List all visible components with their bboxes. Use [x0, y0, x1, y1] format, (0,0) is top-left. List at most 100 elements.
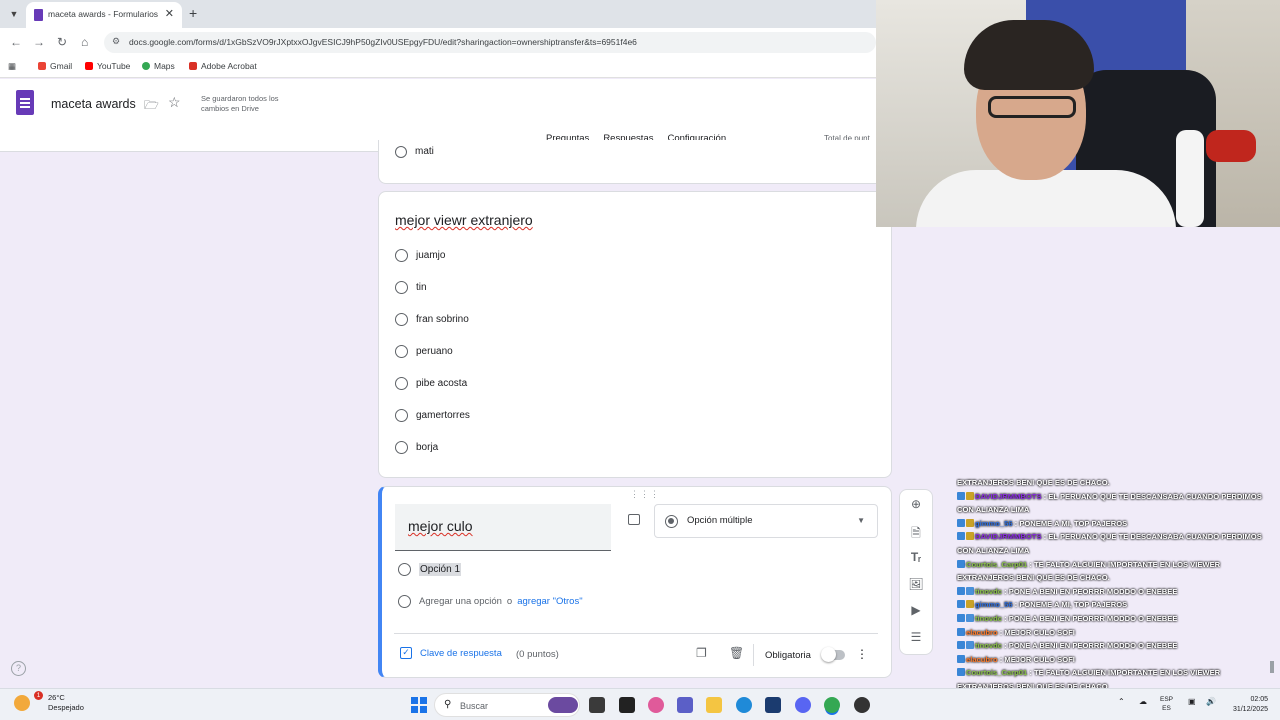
weather-desc: Despejado [48, 703, 84, 712]
file-explorer-icon[interactable] [706, 697, 722, 713]
question-type-label: Opción múltiple [687, 515, 753, 526]
question-title-input[interactable]: mejor culo [395, 504, 611, 551]
video-icon[interactable]: ▶ [900, 603, 932, 617]
option-label: peruano [416, 345, 453, 357]
option-input[interactable]: Opción 1 [419, 563, 462, 576]
language-indicator[interactable]: ESP ES [1160, 695, 1173, 713]
copilot-icon[interactable] [548, 697, 578, 713]
discord-icon[interactable] [795, 697, 811, 713]
question-title: mejor viewr extranjero [395, 212, 533, 228]
volume-icon[interactable]: 🔊 [1206, 697, 1216, 706]
forms-favicon-icon [34, 9, 43, 21]
more-vert-icon[interactable]: ⋮ [856, 647, 868, 661]
bookmark-youtube[interactable]: YouTube [85, 61, 130, 71]
weather-sun-icon [14, 695, 30, 711]
delete-icon[interactable]: 🗑 [729, 646, 744, 660]
stream-chat: EXTRANJEROS BENI QUE ES DE CHACO. DAVIDJR… [956, 476, 1274, 702]
tab-search-icon[interactable]: ▼ [6, 6, 22, 22]
chrome-icon[interactable] [824, 697, 840, 713]
capcut-icon[interactable] [619, 697, 635, 713]
option-label: mati [415, 146, 434, 157]
forms-logo-icon[interactable] [16, 90, 34, 115]
radio-icon [395, 280, 408, 294]
reload-icon[interactable]: ↻ [57, 35, 67, 49]
option-item[interactable]: Opción 1 [398, 563, 462, 576]
bookmark-gmail[interactable]: Gmail [38, 61, 72, 71]
back-icon[interactable]: ← [10, 35, 22, 49]
option-label: pibe acosta [416, 377, 468, 389]
obs-icon[interactable] [854, 697, 870, 713]
site-info-icon[interactable]: ⚙ [112, 36, 120, 47]
add-image-icon[interactable] [628, 514, 640, 525]
option-item: tin [395, 280, 427, 294]
question-card-active[interactable]: ⋮⋮⋮ mejor culo Opción múltiple ▼ Opción … [378, 486, 892, 678]
question-card-viewer[interactable]: mejor viewr extranjero juamjo tin fran s… [378, 191, 892, 478]
question-type-select[interactable]: Opción múltiple ▼ [654, 504, 878, 538]
chat-message: gimmo_56 : PONEME A MI, TOP PAJEROS [956, 598, 1274, 612]
required-toggle[interactable] [821, 647, 845, 662]
chat-username: DAVIDJRMMBOTS [975, 491, 1042, 501]
task-view-icon[interactable] [589, 697, 605, 713]
forward-icon[interactable]: → [33, 35, 45, 49]
form-title[interactable]: maceta awards [51, 97, 136, 111]
weather-widget[interactable]: 1 26°C Despejado [14, 691, 84, 713]
apps-grid-icon[interactable]: ▦ [8, 61, 16, 72]
taskbar: 1 26°C Despejado ⚲ Buscar ⌃ ☁ ESP ES ▣ 🔊… [0, 688, 1280, 720]
edge-icon[interactable] [736, 697, 752, 713]
windows-start-icon[interactable] [411, 697, 427, 713]
teams-icon[interactable] [677, 697, 693, 713]
taskbar-clock[interactable]: 02:05 31/12/2025 [1224, 695, 1268, 715]
option-item: gamertorres [395, 408, 470, 422]
duplicate-icon[interactable]: ❐ [696, 646, 707, 660]
chat-sub-badge-icon [966, 586, 974, 595]
chat-platform-icon [957, 627, 965, 636]
partial-option: mati [395, 146, 434, 158]
design-app-icon[interactable] [648, 697, 664, 713]
divider [753, 644, 754, 666]
chat-scrollbar[interactable] [1270, 661, 1274, 673]
title-text-icon[interactable]: Tᵣ [900, 550, 932, 564]
browser-tab-bar: ▼ maceta awards - Formularios d ✕ + [0, 0, 876, 28]
star-icon[interactable]: ☆ [168, 94, 181, 111]
previous-question-card[interactable]: mati [378, 140, 892, 184]
address-bar[interactable]: ⚙ docs.google.com/forms/d/1xGbSzVO9rJXpt… [104, 32, 876, 53]
chat-message: elacubro : MEJOR CULO SOFI [956, 653, 1274, 667]
chat-message: EXTRANJEROS BENI QUE ES DE CHACO. [956, 476, 1274, 490]
chat-message: gimmo_56 : PONEME A MI, TOP PAJEROS [956, 517, 1274, 531]
chat-text: PONEME A MI, TOP PAJEROS [1019, 518, 1128, 528]
chat-sub-badge-icon [966, 491, 974, 500]
chat-text: MEJOR CULO SOFI [1004, 654, 1075, 664]
radio-icon [395, 248, 408, 262]
radio-icon [395, 312, 408, 326]
add-other-link[interactable]: agregar "Otros" [517, 596, 582, 607]
new-tab-icon[interactable]: + [189, 5, 197, 21]
chat-text: PONE A BENI EN PEORRR MODDO O ENEBEE [1008, 613, 1178, 623]
chat-username: tinovdc [975, 586, 1003, 596]
tray-chevron-icon[interactable]: ⌃ [1118, 697, 1125, 706]
add-option-button[interactable]: Agregar una opción [419, 596, 502, 607]
drag-handle-icon[interactable]: ⋮⋮⋮ [630, 489, 660, 500]
bookmark-maps[interactable]: Maps [142, 61, 175, 71]
home-icon[interactable]: ⌂ [81, 35, 88, 49]
browser-tab[interactable]: maceta awards - Formularios d ✕ [26, 2, 182, 28]
tray-onedrive-icon[interactable]: ☁ [1139, 697, 1147, 706]
image-icon[interactable]: 🖼 [900, 577, 932, 591]
radio-icon [395, 344, 408, 358]
import-questions-icon[interactable]: 🗎 [900, 524, 932, 545]
help-icon[interactable]: ? [11, 661, 26, 676]
bookmark-acrobat[interactable]: Adobe Acrobat [189, 61, 257, 71]
answer-key-label: Clave de respuesta [420, 647, 502, 659]
chat-text: PONE A BENI EN PEORRR MODDO O ENEBEE [1008, 641, 1178, 651]
network-icon[interactable]: ▣ [1188, 697, 1196, 706]
webcam-chair-stripe [1176, 130, 1204, 227]
chat-platform-icon [957, 518, 965, 527]
close-tab-icon[interactable]: ✕ [165, 7, 174, 20]
chat-platform-icon [957, 641, 965, 650]
store-icon[interactable] [765, 697, 781, 713]
chat-text: PONE A BENI EN PEORRR MODDO O ENEBEE [1008, 586, 1178, 596]
required-label: Obligatoria [765, 650, 811, 661]
answer-key-button[interactable]: ✓ Clave de respuesta [400, 647, 502, 659]
section-icon[interactable]: ☰ [900, 630, 932, 644]
move-folder-icon[interactable]: 🗁 [144, 96, 159, 117]
add-question-icon[interactable]: ⊕ [900, 497, 932, 511]
